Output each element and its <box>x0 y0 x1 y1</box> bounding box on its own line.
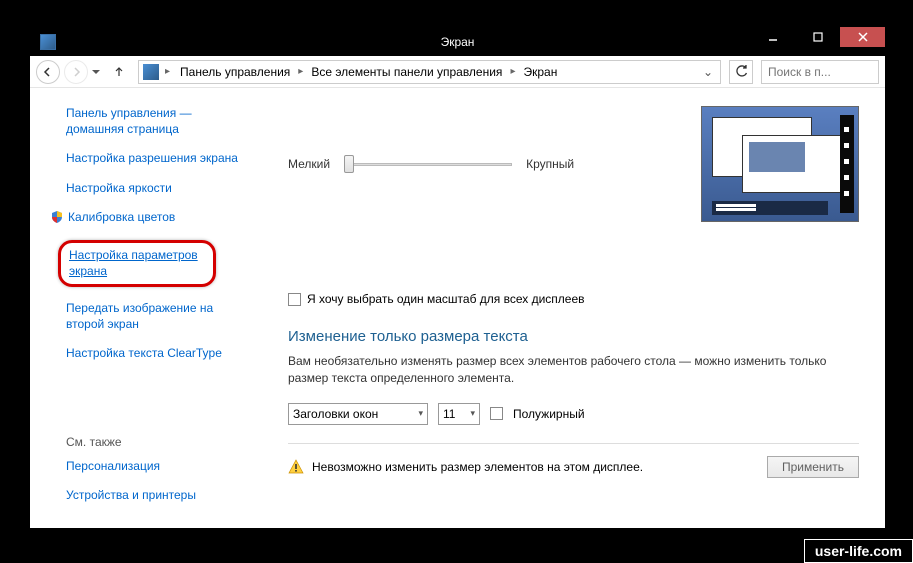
size-slider-row: Мелкий Крупный <box>288 106 859 222</box>
single-scale-checkbox-row: Я хочу выбрать один масштаб для всех дис… <box>288 292 859 306</box>
sidebar-project-link[interactable]: Передать изображение на второй экран <box>66 301 244 332</box>
select-value: 11 <box>443 407 455 421</box>
minimize-button[interactable] <box>750 27 795 47</box>
titlebar: Экран <box>30 27 885 56</box>
close-button[interactable] <box>840 27 885 47</box>
search-box[interactable] <box>761 60 879 84</box>
warning-row: Невозможно изменить размер элементов на … <box>288 456 859 478</box>
chevron-right-icon: ▸ <box>163 66 172 77</box>
element-select[interactable]: Заголовки окон ▾ <box>288 403 428 425</box>
preview-taskbar <box>712 201 828 215</box>
shield-icon <box>50 210 64 224</box>
text-size-controls: Заголовки окон ▾ 11 ▾ Полужирный <box>288 403 859 425</box>
search-input[interactable] <box>768 65 872 79</box>
breadcrumb-item[interactable]: Панель управления <box>176 63 294 81</box>
address-dropdown[interactable]: ⌄ <box>700 65 716 79</box>
sidebar-item-label: Калибровка цветов <box>68 210 175 226</box>
back-button[interactable] <box>36 60 60 84</box>
warning-icon <box>288 459 304 475</box>
slider-group: Мелкий Крупный <box>288 153 574 175</box>
sidebar-item-label: Настройка параметров экрана <box>69 248 205 279</box>
maximize-button[interactable] <box>795 27 840 47</box>
forward-button[interactable] <box>64 60 88 84</box>
chevron-right-icon: ▸ <box>508 66 517 77</box>
slider-thumb[interactable] <box>344 155 354 173</box>
display-icon <box>40 34 56 50</box>
display-preview <box>701 106 859 222</box>
bold-label: Полужирный <box>513 407 585 421</box>
chevron-down-icon: ▾ <box>418 408 423 419</box>
warning-text: Невозможно изменить размер элементов на … <box>312 460 643 474</box>
sidebar-calibration-link[interactable]: Калибровка цветов <box>50 210 244 226</box>
slider-min-label: Мелкий <box>288 157 330 171</box>
bold-checkbox[interactable] <box>490 407 503 420</box>
breadcrumb: Панель управления ▸ Все элементы панели … <box>176 63 561 81</box>
sidebar-devices-link[interactable]: Устройства и принтеры <box>66 488 244 504</box>
single-scale-checkbox[interactable] <box>288 293 301 306</box>
checkbox-label: Я хочу выбрать один масштаб для всех дис… <box>307 292 585 306</box>
chevron-down-icon: ▾ <box>470 408 475 419</box>
sidebar-cleartype-link[interactable]: Настройка текста ClearType <box>66 346 244 362</box>
chevron-right-icon: ▸ <box>296 66 305 77</box>
up-button[interactable] <box>108 61 130 83</box>
sidebar-brightness-link[interactable]: Настройка яркости <box>66 181 244 197</box>
window: Экран ▸ Панель управления ▸ Все элементы… <box>30 27 885 528</box>
text-size-description: Вам необязательно изменять размер всех э… <box>288 353 859 387</box>
sidebar: Панель управления — домашняя страница На… <box>30 88 254 528</box>
watermark: user-life.com <box>804 539 913 563</box>
address-bar[interactable]: ▸ Панель управления ▸ Все элементы панел… <box>138 60 721 84</box>
main-panel: Мелкий Крупный Я хочу выбрать один масш <box>254 88 885 528</box>
toolbar: ▸ Панель управления ▸ Все элементы панел… <box>30 56 885 88</box>
sidebar-home-link[interactable]: Панель управления — домашняя страница <box>66 106 244 137</box>
sidebar-personalization-link[interactable]: Персонализация <box>66 459 244 475</box>
window-title: Экран <box>441 35 475 49</box>
see-also-heading: См. также <box>66 435 244 449</box>
select-value: Заголовки окон <box>293 407 378 421</box>
nav-history-dropdown[interactable] <box>92 65 104 79</box>
sidebar-screen-params-link[interactable]: Настройка параметров экрана <box>58 240 216 287</box>
apply-button[interactable]: Применить <box>767 456 859 478</box>
size-slider[interactable] <box>344 153 512 175</box>
slider-track <box>344 163 512 166</box>
control-panel-icon <box>143 64 159 80</box>
breadcrumb-item[interactable]: Все элементы панели управления <box>307 63 506 81</box>
sidebar-resolution-link[interactable]: Настройка разрешения экрана <box>66 151 244 167</box>
divider <box>288 443 859 444</box>
slider-max-label: Крупный <box>526 157 574 171</box>
content: Панель управления — домашняя страница На… <box>30 88 885 528</box>
font-size-select[interactable]: 11 ▾ <box>438 403 480 425</box>
preview-sidebar <box>840 115 854 213</box>
refresh-button[interactable] <box>729 60 753 84</box>
preview-window <box>742 135 842 193</box>
text-size-heading: Изменение только размера текста <box>288 328 859 345</box>
sidebar-see-also: См. также Персонализация Устройства и пр… <box>50 435 244 518</box>
window-buttons <box>750 27 885 47</box>
breadcrumb-item[interactable]: Экран <box>519 63 561 81</box>
